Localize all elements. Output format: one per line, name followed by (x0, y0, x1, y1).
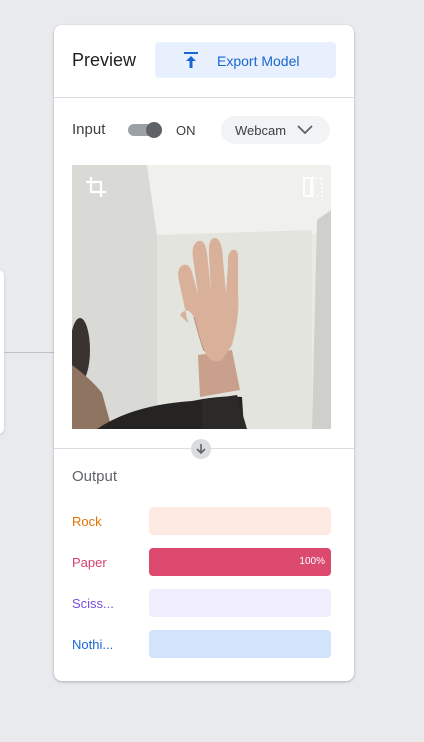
webcam-frame-image (72, 165, 331, 429)
output-class-label: Paper (72, 555, 107, 570)
flip-icon[interactable] (302, 175, 324, 199)
preview-panel: Preview Export Model Input ON Webcam Out… (54, 25, 354, 681)
arrow-down-glyph (196, 444, 206, 455)
input-toggle[interactable] (128, 122, 162, 138)
confidence-percent: 100% (299, 556, 325, 567)
output-title: Output (72, 468, 118, 485)
output-class-label: Nothi... (72, 637, 114, 652)
confidence-bar: 100% (149, 548, 331, 576)
input-source-value: Webcam (235, 123, 287, 138)
confidence-bar (149, 589, 331, 617)
confidence-bar (149, 507, 331, 535)
crop-icon[interactable] (84, 175, 108, 199)
upload-icon (184, 52, 198, 68)
output-class-label: Rock (72, 514, 102, 529)
export-model-button[interactable]: Export Model (155, 42, 336, 78)
output-class-label: Sciss... (72, 596, 114, 611)
toggle-knob (146, 122, 162, 138)
export-model-label: Export Model (217, 53, 300, 69)
chevron-down-icon (297, 125, 313, 135)
confidence-bar (149, 630, 331, 658)
arrow-down-icon (191, 439, 211, 459)
webcam-preview (72, 165, 331, 429)
input-source-select[interactable]: Webcam (221, 116, 330, 144)
connector-line (4, 352, 54, 353)
panel-header: Preview Export Model (54, 25, 354, 98)
input-label: Input (72, 121, 106, 138)
toggle-state-text: ON (176, 123, 196, 138)
panel-title: Preview (72, 50, 137, 70)
